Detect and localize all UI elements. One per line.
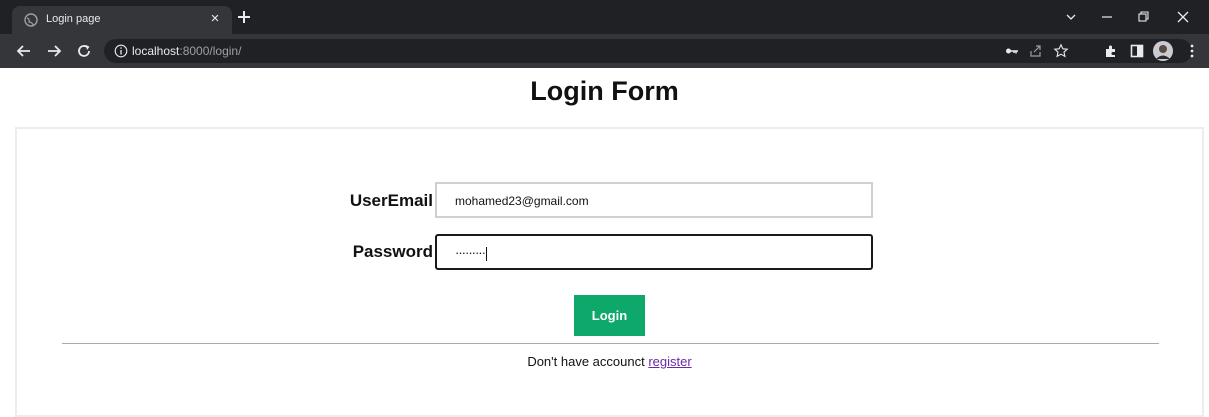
login-form-card: UserEmail mohamed23@gmail.com Password ·… — [15, 127, 1204, 417]
register-link[interactable]: register — [648, 354, 691, 369]
email-field[interactable]: mohamed23@gmail.com — [435, 182, 873, 218]
reload-icon[interactable] — [76, 43, 92, 59]
browser-tab-bar: Login page × — [0, 0, 1209, 34]
restore-icon[interactable] — [1135, 9, 1151, 25]
info-icon[interactable] — [114, 44, 128, 58]
new-tab-icon[interactable] — [236, 9, 252, 25]
register-prompt: Don't have accounct register — [17, 354, 1202, 369]
url-host: localhost — [132, 44, 180, 58]
text-caret — [485, 246, 487, 261]
share-icon[interactable] — [1028, 43, 1044, 59]
profile-avatar-icon[interactable] — [1153, 41, 1173, 61]
tab-title: Login page — [46, 13, 101, 25]
browser-toolbar: localhost:8000/login/ — [0, 34, 1209, 68]
forward-arrow-icon[interactable] — [46, 43, 62, 59]
minimize-icon[interactable] — [1099, 9, 1115, 25]
password-field[interactable]: ········· — [435, 234, 873, 270]
side-panel-icon[interactable] — [1129, 43, 1145, 59]
browser-tab[interactable]: Login page × — [12, 6, 232, 34]
page-title: Login Form — [530, 76, 679, 106]
password-label: Password — [352, 242, 433, 261]
url-text: localhost:8000/login/ — [132, 44, 241, 58]
back-arrow-icon[interactable] — [16, 43, 32, 59]
globe-icon — [24, 13, 38, 27]
register-prompt-text: Don't have accounct — [527, 354, 649, 369]
email-label: UserEmail — [349, 191, 433, 210]
address-bar[interactable]: localhost:8000/login/ — [104, 39, 1192, 63]
divider — [62, 343, 1159, 344]
tab-search-chevron-icon[interactable] — [1063, 9, 1079, 25]
url-path: :8000/login/ — [179, 44, 242, 58]
key-icon[interactable] — [1004, 43, 1020, 59]
login-button[interactable]: Login — [574, 295, 645, 336]
password-mask: ········· — [455, 245, 486, 260]
close-tab-icon[interactable]: × — [208, 11, 222, 26]
more-options-icon[interactable] — [1184, 43, 1200, 59]
extensions-puzzle-icon[interactable] — [1103, 43, 1119, 59]
bookmark-star-icon[interactable] — [1053, 43, 1069, 59]
close-window-icon[interactable] — [1175, 9, 1191, 25]
